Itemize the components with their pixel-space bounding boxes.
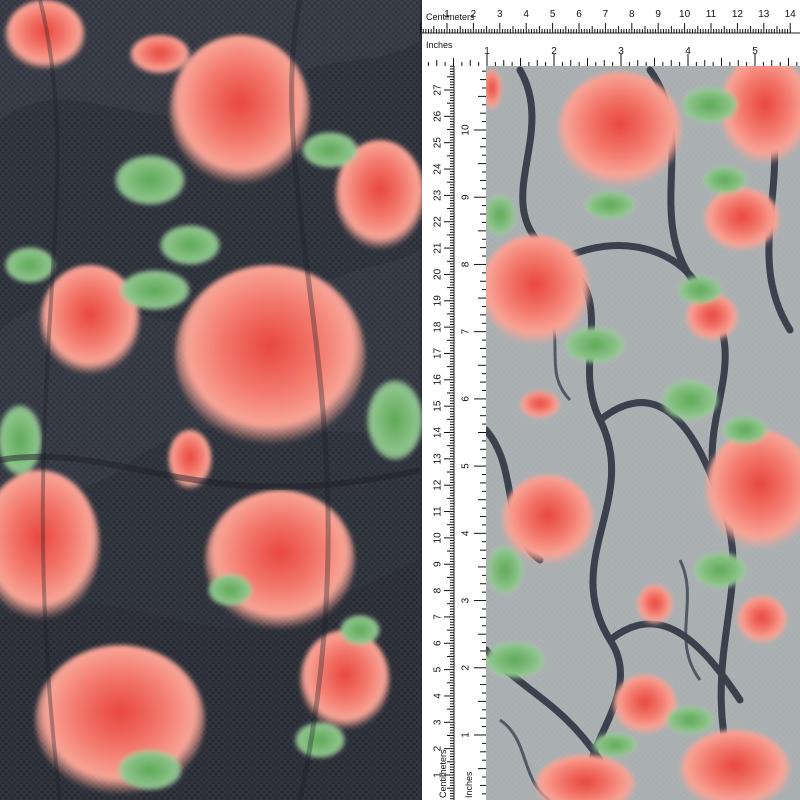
side-cm-label: 22	[433, 216, 444, 228]
side-cm-label: 13	[433, 453, 444, 465]
top-inch-label: 2	[551, 46, 557, 57]
side-cm-label: 6	[433, 640, 444, 646]
side-cm-label: 23	[433, 189, 444, 201]
side-cm-label: 4	[433, 693, 444, 699]
top-inch-label: 1	[484, 46, 490, 57]
top-cm-label: 5	[550, 9, 556, 20]
side-cm-label: 24	[433, 163, 444, 175]
side-cm-label: 26	[433, 110, 444, 122]
side-inch-label: 2	[461, 665, 472, 671]
side-inch-label: 9	[461, 194, 472, 200]
side-cm-label: 5	[433, 666, 444, 672]
side-cm-label: 19	[433, 295, 444, 307]
side-cm-label: 27	[433, 84, 444, 96]
top-cm-label: 12	[732, 9, 744, 20]
flat-fabric-section	[480, 55, 800, 800]
side-cm-label: 9	[433, 561, 444, 567]
fabric-photo: Centimeters Inches 1 2 3 4 5 6 7 8 9 10 11 12 13 14 1…	[0, 0, 800, 800]
side-cm-label: 7	[433, 614, 444, 620]
side-cm-label: 10	[433, 532, 444, 544]
side-cm-label: 8	[433, 587, 444, 593]
top-cm-label: 11	[706, 9, 717, 20]
top-ruler-cm-title: Centimeters	[426, 12, 475, 22]
side-inch-label: 7	[461, 328, 472, 334]
side-cm-label: 15	[433, 400, 444, 412]
side-cm-label: 11	[433, 506, 444, 517]
side-cm-label: 2	[433, 745, 444, 751]
top-cm-label: 1	[444, 9, 450, 20]
side-ruler: Centimeters Inches 272625242322212019181…	[422, 65, 486, 800]
side-inch-label: 8	[461, 261, 472, 267]
top-inch-label: 3	[618, 46, 624, 57]
side-cm-label: 1	[433, 772, 444, 778]
side-ruler-inch-title: Inches	[464, 771, 474, 798]
top-cm-label: 4	[523, 9, 529, 20]
top-cm-label: 6	[576, 9, 582, 20]
top-cm-label: 13	[758, 9, 770, 20]
side-inch-label: 6	[461, 396, 472, 402]
side-cm-label: 21	[433, 242, 444, 254]
side-inch-label: 1	[461, 732, 472, 738]
side-inch-label: 10	[461, 124, 472, 136]
side-inch-label: 3	[461, 597, 472, 603]
top-inch-label: 5	[752, 46, 758, 57]
top-cm-label: 7	[603, 9, 609, 20]
side-inch-label: 4	[461, 530, 472, 536]
side-cm-label: 16	[433, 374, 444, 386]
side-cm-label: 12	[433, 479, 444, 491]
side-inch-label: 5	[461, 463, 472, 469]
top-cm-label: 3	[497, 9, 503, 20]
side-cm-label: 14	[433, 427, 444, 439]
side-cm-label: 3	[433, 719, 444, 725]
draped-fabric-section	[0, 0, 425, 800]
top-cm-label: 10	[679, 9, 691, 20]
side-cm-label: 20	[433, 268, 444, 280]
top-ruler: Centimeters Inches 1 2 3 4 5 6 7 8 9 10 11 12 13 14 1…	[420, 0, 800, 66]
top-cm-label: 2	[471, 9, 477, 20]
top-cm-label: 14	[785, 9, 797, 20]
top-cm-label: 8	[629, 9, 635, 20]
top-ruler-inch-title: Inches	[426, 40, 453, 50]
top-inch-label: 4	[685, 46, 691, 57]
side-cm-label: 18	[433, 321, 444, 333]
side-cm-label: 17	[433, 347, 444, 359]
side-cm-label: 25	[433, 137, 444, 149]
top-cm-label: 9	[655, 9, 661, 20]
